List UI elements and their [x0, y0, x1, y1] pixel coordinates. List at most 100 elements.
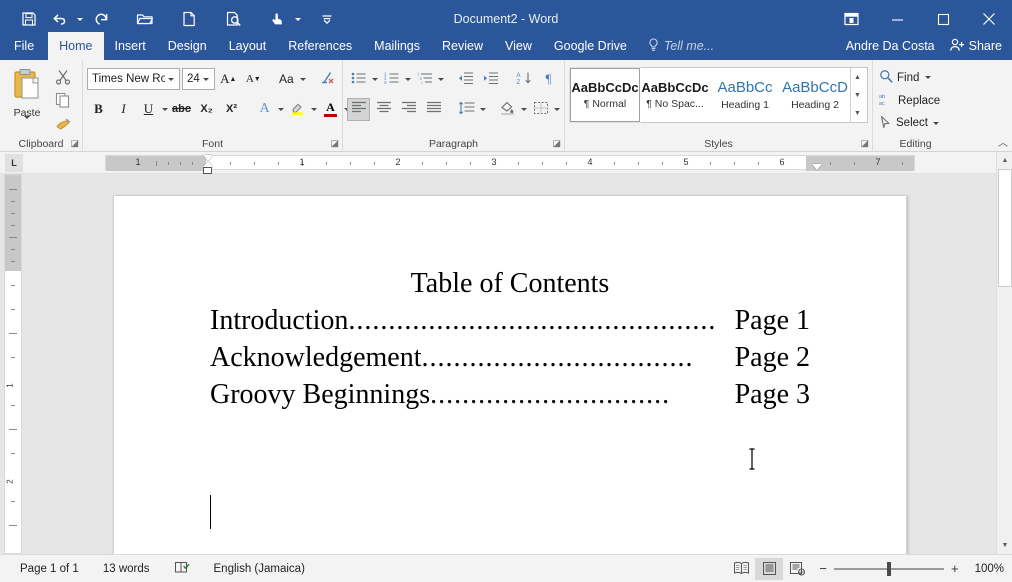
decrease-indent-button[interactable]	[454, 68, 477, 91]
open-folder-icon[interactable]	[130, 4, 160, 34]
zoom-in-button[interactable]: +	[951, 561, 959, 576]
styles-scroll-up-icon[interactable]: ▲	[851, 68, 864, 86]
proofing-errors-icon[interactable]	[162, 560, 202, 577]
line-spacing-button[interactable]	[455, 98, 478, 121]
print-preview-icon[interactable]	[218, 4, 248, 34]
italic-button[interactable]: I	[112, 98, 135, 121]
tab-home[interactable]: Home	[48, 32, 104, 60]
tab-stop-selector[interactable]: L	[5, 154, 23, 172]
style-heading-1[interactable]: AaBbCс Heading 1	[710, 68, 780, 122]
tell-me-search[interactable]: Tell me...	[638, 32, 724, 60]
format-painter-icon[interactable]	[52, 113, 74, 133]
clear-formatting-button[interactable]	[316, 68, 339, 91]
borders-button[interactable]	[529, 98, 552, 121]
bullets-button[interactable]	[347, 68, 370, 91]
redo-button[interactable]	[86, 4, 116, 34]
increase-indent-button[interactable]	[479, 68, 502, 91]
close-button[interactable]	[966, 4, 1012, 34]
vertical-scrollbar[interactable]: ▲ ▼	[996, 152, 1012, 554]
find-button[interactable]: Find	[877, 68, 954, 88]
align-center-button[interactable]	[372, 98, 395, 121]
multilevel-list-button[interactable]: 1ai	[413, 68, 436, 91]
clipboard-dialog-launcher-icon[interactable]: ◪	[70, 138, 79, 149]
subscript-button[interactable]: X₂	[195, 98, 218, 121]
tab-references[interactable]: References	[277, 32, 363, 60]
line-spacing-caret-icon[interactable]	[480, 107, 486, 111]
justify-button[interactable]	[422, 98, 445, 121]
underline-button[interactable]: U	[137, 98, 160, 121]
text-effects-caret-icon[interactable]	[278, 107, 284, 111]
numbering-button[interactable]: 123	[380, 68, 403, 91]
web-layout-button[interactable]	[783, 558, 811, 580]
change-case-caret-icon[interactable]	[299, 77, 306, 81]
paragraph-dialog-launcher-icon[interactable]: ◪	[552, 138, 561, 149]
show-formatting-marks-button[interactable]: ¶	[537, 68, 560, 91]
new-document-icon[interactable]	[174, 4, 204, 34]
collapse-ribbon-button[interactable]: ︿	[998, 134, 1008, 149]
tab-view[interactable]: View	[494, 32, 543, 60]
language-status[interactable]: English (Jamaica)	[202, 563, 317, 575]
tab-mailings[interactable]: Mailings	[363, 32, 431, 60]
scroll-down-icon[interactable]: ▼	[997, 537, 1012, 554]
paste-button[interactable]: Paste	[4, 63, 50, 136]
font-color-button[interactable]: A	[319, 98, 342, 121]
page-number-status[interactable]: Page 1 of 1	[8, 563, 91, 575]
style-heading-2[interactable]: AaBbCcD Heading 2	[780, 68, 850, 122]
scrollbar-thumb[interactable]	[998, 169, 1012, 287]
bold-button[interactable]: B	[87, 98, 110, 121]
styles-scroll-down-icon[interactable]: ▼	[851, 86, 864, 104]
word-count-status[interactable]: 13 words	[91, 563, 162, 575]
select-caret-icon[interactable]	[932, 121, 941, 125]
text-effects-button[interactable]: A	[253, 98, 276, 121]
right-indent-marker[interactable]	[812, 164, 822, 170]
print-layout-button[interactable]	[755, 557, 784, 580]
user-account-name[interactable]: Andre Da Costa	[838, 39, 943, 53]
scroll-up-icon[interactable]: ▲	[997, 152, 1012, 169]
touch-mode-icon[interactable]	[262, 4, 292, 34]
undo-button[interactable]	[44, 4, 74, 34]
undo-dropdown-caret[interactable]	[74, 4, 86, 34]
shrink-font-button[interactable]: A ▼	[242, 68, 265, 91]
left-indent-marker[interactable]	[203, 167, 212, 174]
font-dialog-launcher-icon[interactable]: ◪	[330, 138, 339, 149]
replace-button[interactable]: ab ac Replace	[877, 91, 954, 111]
save-button[interactable]	[14, 4, 44, 34]
zoom-slider-thumb[interactable]	[886, 561, 891, 576]
font-size-caret-icon[interactable]	[200, 77, 212, 81]
zoom-level-label[interactable]: 100%	[967, 563, 1004, 575]
font-name-caret-icon[interactable]	[165, 77, 177, 81]
style-no-spacing[interactable]: AaBbCcDc ¶ No Spac...	[640, 68, 710, 122]
styles-dialog-launcher-icon[interactable]: ◪	[860, 138, 869, 149]
shading-button[interactable]	[496, 98, 519, 121]
document-text-body[interactable]: Table of Contents Introduction .........…	[114, 196, 906, 414]
change-case-button[interactable]: Aa	[275, 68, 298, 91]
read-mode-button[interactable]	[727, 558, 755, 580]
tab-insert[interactable]: Insert	[104, 32, 157, 60]
minimize-button[interactable]	[874, 4, 920, 34]
tab-design[interactable]: Design	[157, 32, 218, 60]
font-name-combo[interactable]: Times New Ro	[87, 68, 180, 90]
styles-more-icon[interactable]: ▼	[851, 104, 864, 122]
style-normal[interactable]: AaBbCcDc ¶ Normal	[569, 67, 641, 123]
select-button[interactable]: Select	[877, 113, 954, 133]
font-size-combo[interactable]: 24	[182, 68, 215, 90]
cut-icon[interactable]	[52, 67, 74, 87]
copy-icon[interactable]	[52, 90, 74, 110]
borders-caret-icon[interactable]	[554, 107, 560, 111]
sort-button[interactable]: AZ	[512, 68, 535, 91]
maximize-button[interactable]	[920, 4, 966, 34]
document-canvas[interactable]: Table of Contents Introduction .........…	[0, 174, 1012, 554]
zoom-slider[interactable]: − +	[811, 561, 966, 576]
bullets-caret-icon[interactable]	[372, 77, 378, 81]
customize-toolbar-icon[interactable]	[312, 4, 342, 34]
zoom-slider-track[interactable]	[833, 561, 944, 576]
multilevel-list-caret-icon[interactable]	[438, 77, 444, 81]
tab-google-drive[interactable]: Google Drive	[543, 32, 638, 60]
align-right-button[interactable]	[397, 98, 420, 121]
numbering-caret-icon[interactable]	[405, 77, 411, 81]
horizontal-ruler-track[interactable]: 1 1 2 3 4 5 6 7	[105, 155, 915, 171]
superscript-button[interactable]: X²	[220, 98, 243, 121]
tab-file[interactable]: File	[0, 32, 49, 60]
paste-dropdown-caret[interactable]	[24, 116, 30, 137]
highlight-caret-icon[interactable]	[311, 107, 317, 111]
